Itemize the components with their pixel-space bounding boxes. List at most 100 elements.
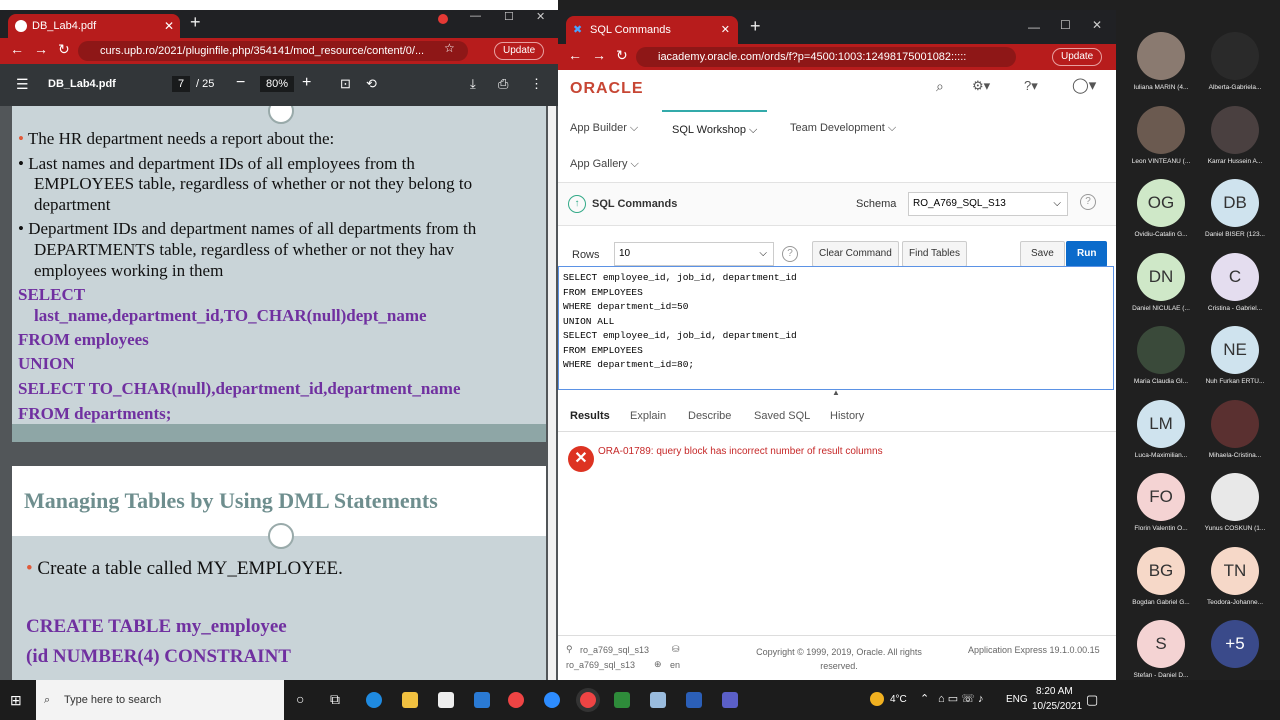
participant-tile[interactable]: NE Nuh Furkan ERTÜ... [1198, 322, 1272, 390]
print-icon[interactable]: ⎙ [498, 76, 508, 92]
new-tab-icon[interactable]: + [190, 12, 201, 33]
tab-history[interactable]: History [830, 410, 864, 422]
schema-help-icon[interactable]: ? [1080, 194, 1096, 210]
participant-tile[interactable]: OG Ovidiu-Catalin G... [1124, 175, 1198, 243]
participant-tile[interactable]: LM Luca-Maximilian... [1124, 396, 1198, 464]
pdf-scrollbar[interactable] [548, 106, 556, 680]
participant-tile[interactable]: DB Daniel BISER (123... [1198, 175, 1272, 243]
splitter-handle-icon[interactable]: ▲ [832, 388, 840, 397]
back-icon[interactable]: ← [10, 41, 24, 57]
participant-tile[interactable]: BG Bogdan Gabriel G... [1124, 543, 1198, 611]
reload-icon[interactable]: ↻ [616, 47, 628, 64]
zoom-icon[interactable] [544, 692, 560, 708]
address-bar[interactable]: curs.upb.ro/2021/pluginfile.php/354141/m… [78, 41, 468, 61]
page-number-input[interactable]: 7 [172, 76, 191, 92]
mail-icon[interactable] [474, 692, 490, 708]
tab-describe[interactable]: Describe [688, 410, 731, 422]
address-bar[interactable]: iacademy.oracle.com/ords/f?p=4500:1003:1… [636, 47, 1016, 67]
participant-tile[interactable]: Maria Claudia GI... [1124, 322, 1198, 390]
save-button[interactable]: Save [1020, 241, 1065, 267]
forward-icon[interactable]: → [592, 47, 606, 63]
edge-icon[interactable] [366, 692, 382, 708]
search-icon[interactable]: ⌕ [936, 78, 944, 95]
participant-tile[interactable]: Yunus COSKUN (1... [1198, 469, 1272, 537]
clock-date[interactable]: 10/25/2021 [1032, 701, 1082, 712]
cortana-icon[interactable]: ○ [296, 691, 304, 707]
tab-results[interactable]: Results [570, 410, 610, 422]
rows-select[interactable]: 10 ⌵ [614, 242, 774, 266]
schema-select[interactable]: RO_A769_SQL_S13 ⌵ [908, 192, 1068, 216]
participant-tile[interactable]: +5 [1198, 616, 1272, 684]
footer-language[interactable]: en [670, 660, 680, 670]
app-icon[interactable] [650, 692, 666, 708]
zoom-in-icon[interactable]: + [302, 74, 311, 92]
tray-chevron-icon[interactable]: ⌃ [920, 692, 929, 705]
close-tab-icon[interactable]: ✕ [164, 14, 174, 38]
admin-icon[interactable]: ⚙▾ [972, 78, 990, 94]
participant-tile[interactable]: Leon VINTEANU (... [1124, 102, 1198, 170]
participant-tile[interactable]: Karrar Hussein A... [1198, 102, 1272, 170]
update-button[interactable]: Update [494, 42, 545, 60]
input-language[interactable]: ENG [1006, 694, 1028, 705]
minimize-icon[interactable]: — [1028, 20, 1040, 34]
participant-tile[interactable]: Alberta-Gabriela... [1198, 28, 1272, 96]
pdf-viewport[interactable]: • The HR department needs a report about… [0, 106, 558, 680]
user-icon[interactable]: ◯▾ [1072, 76, 1096, 94]
tray-icons[interactable]: ⌂ ▭ ☏ ♪ [938, 692, 983, 705]
tab-search-icon[interactable] [438, 14, 448, 24]
close-window-icon[interactable]: ✕ [536, 10, 545, 23]
maximize-icon[interactable]: ☐ [504, 10, 514, 23]
participant-tile[interactable]: C Cristina - Gabriel... [1198, 249, 1272, 317]
task-view-icon[interactable]: ⧉ [330, 691, 340, 708]
participant-tile[interactable]: Mihaela-Cristina... [1198, 396, 1272, 464]
clear-command-button[interactable]: Clear Command [812, 241, 899, 267]
tab-saved-sql[interactable]: Saved SQL [754, 410, 810, 422]
zoom-input[interactable]: 80% [260, 76, 295, 92]
find-tables-button[interactable]: Find Tables [902, 241, 967, 267]
reload-icon[interactable]: ↻ [58, 41, 70, 58]
help-icon[interactable]: ?▾ [1024, 78, 1038, 94]
maximize-icon[interactable]: ☐ [1060, 18, 1071, 32]
bookmark-star-icon[interactable]: ☆ [444, 41, 455, 55]
menu-team-development[interactable]: Team Development ⌵ [790, 110, 896, 146]
fit-page-icon[interactable]: ⊡ [340, 76, 351, 92]
participant-tile[interactable]: TN Teodora-Johanne... [1198, 543, 1272, 611]
tab-sql-commands[interactable]: ✖ SQL Commands ✕ [566, 16, 738, 44]
participant-tile[interactable]: S Stefan - Daniel D... [1124, 616, 1198, 684]
taskbar-search[interactable]: ⌕ Type here to search [36, 680, 284, 720]
tab-db-lab4[interactable]: DB_Lab4.pdf ✕ [8, 14, 180, 38]
sql-editor[interactable]: SELECT employee_id, job_id, department_i… [558, 266, 1114, 390]
weather-icon[interactable] [870, 692, 884, 706]
forward-icon[interactable]: → [34, 41, 48, 57]
participant-tile[interactable]: DN Daniel NICULAE (... [1124, 249, 1198, 317]
run-button[interactable]: Run [1066, 241, 1108, 267]
close-tab-icon[interactable]: ✕ [721, 16, 730, 44]
update-button[interactable]: Update [1052, 48, 1103, 66]
download-icon[interactable]: ⤓ [470, 76, 476, 92]
participant-tile[interactable]: FO Florin Valentin O... [1124, 469, 1198, 537]
excel-icon[interactable] [614, 692, 630, 708]
tab-explain[interactable]: Explain [630, 410, 666, 422]
minimize-icon[interactable]: — [470, 10, 481, 22]
rotate-icon[interactable]: ⟲ [366, 76, 377, 92]
participant-tile[interactable]: Iuliana MARIN (4... [1124, 28, 1198, 96]
rows-help-icon[interactable]: ? [782, 246, 798, 262]
word-icon[interactable] [686, 692, 702, 708]
back-icon[interactable]: ← [568, 47, 582, 63]
file-explorer-icon[interactable] [402, 692, 418, 708]
menu-app-builder[interactable]: App Builder ⌵ [570, 110, 638, 146]
chrome-active-icon[interactable] [580, 692, 596, 708]
windows-start-icon[interactable]: ⊞ [10, 692, 22, 709]
teams-icon[interactable] [722, 692, 738, 708]
notifications-icon[interactable]: ▢ [1086, 692, 1098, 708]
close-window-icon[interactable]: ✕ [1092, 18, 1102, 32]
menu-app-gallery[interactable]: App Gallery ⌵ [570, 146, 639, 182]
clock-time[interactable]: 8:20 AM [1036, 686, 1073, 697]
hamburger-menu-icon[interactable]: ☰ [16, 76, 29, 93]
zoom-out-icon[interactable]: − [236, 74, 245, 92]
store-icon[interactable] [438, 692, 454, 708]
temperature[interactable]: 4°C [890, 694, 907, 705]
more-options-icon[interactable]: ⋮ [530, 76, 543, 92]
chrome-icon[interactable] [508, 692, 524, 708]
menu-sql-workshop[interactable]: SQL Workshop ⌵ [662, 110, 768, 146]
